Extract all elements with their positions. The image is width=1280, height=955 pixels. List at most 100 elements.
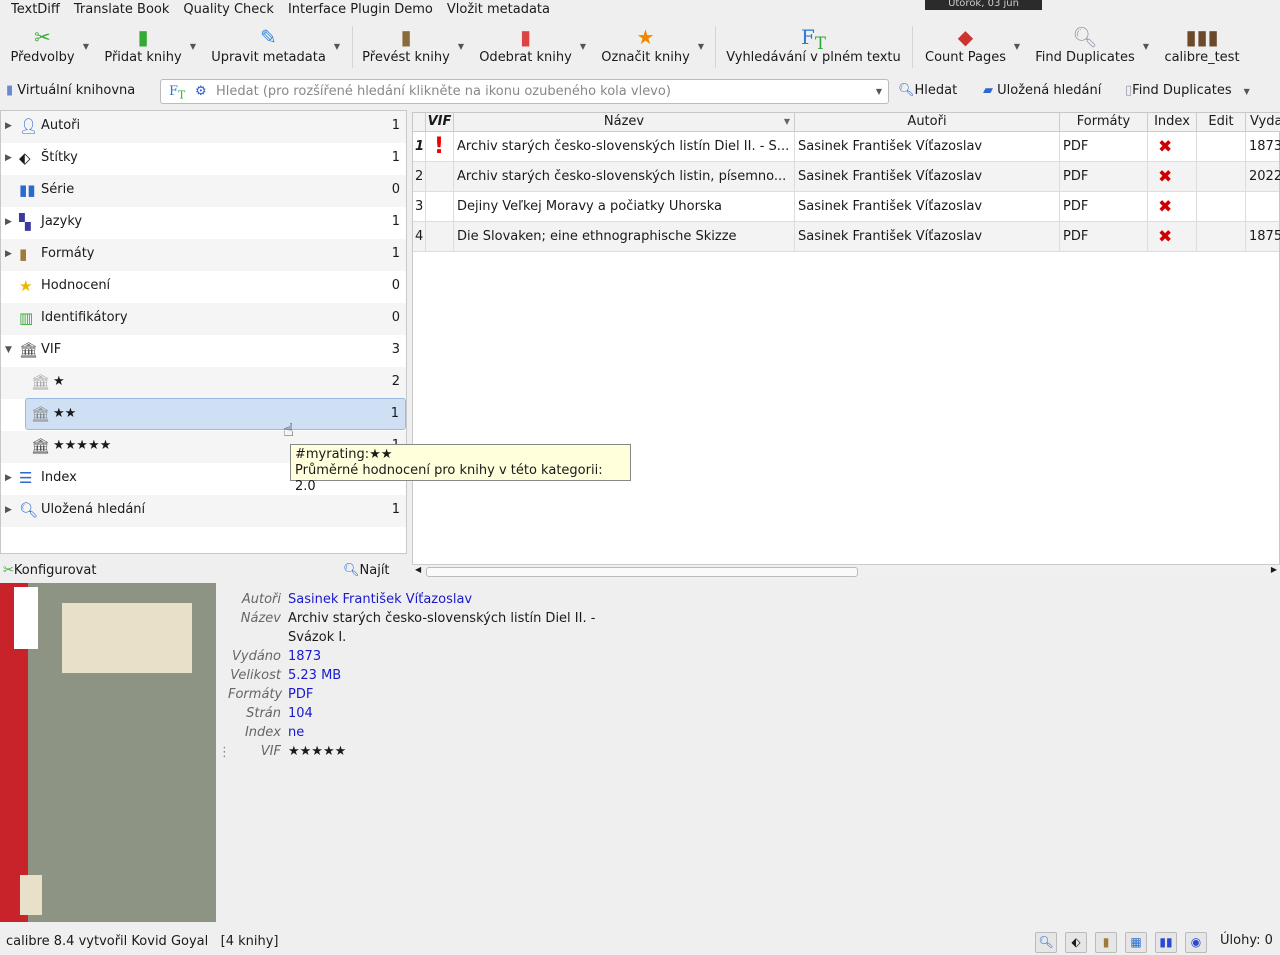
gear-icon[interactable]: ⚙ [195, 80, 207, 103]
find-duplicates-button[interactable]: 🔍︎ Find Duplicates ▼ [1035, 22, 1149, 72]
search-button[interactable]: 🔍︎Hledat [898, 83, 957, 98]
expand-arrow-icon[interactable]: ▶ [5, 143, 12, 173]
full-text-search-button[interactable]: FT Vyhledávání v plném textu [726, 22, 901, 72]
chevron-down-icon: ▼ [1243, 87, 1250, 96]
search-input[interactable]: FT ⚙ Hledat (pro rozšířené hledání kliknět… [160, 79, 889, 104]
preferences-button[interactable]: ✂ Předvolby ▼ [10, 22, 89, 72]
tooltip: #myrating:★★ Průměrné hodnocení pro knihy… [290, 444, 631, 494]
add-books-button[interactable]: ▮ Přidat knihy ▼ [104, 22, 196, 72]
find-button[interactable]: 🔍︎Najít [343, 563, 390, 578]
format-cell: PDF [1060, 132, 1148, 162]
author-cell: Sasinek František Víťazoslav [795, 162, 1060, 192]
detail-row: Formáty PDF [228, 685, 648, 704]
row-number: 3 [413, 192, 426, 222]
tag-category-formats[interactable]: ▶ ▮ Formáty 1 [1, 239, 406, 271]
library-icon: ▮ [6, 83, 14, 98]
book-icon[interactable]: ▮ [1095, 932, 1117, 953]
column-icon: 🏛︎ [19, 341, 39, 359]
expand-arrow-icon[interactable]: ▶ [5, 111, 12, 141]
column-header-formats[interactable]: Formáty [1060, 113, 1148, 132]
convert-icon: ▮ [400, 25, 412, 49]
menu-quality-check[interactable]: Quality Check [176, 0, 281, 20]
table-row[interactable]: 3 Dejiny Veľkej Moravy a počiatky Uhorska… [413, 192, 1279, 222]
tag-category-tags[interactable]: ▶ ⬖ Štítky 1 [1, 143, 406, 175]
bookshelf-view-icon[interactable]: ▮▮ [1155, 932, 1177, 953]
column-header-title[interactable]: Název ▼ [454, 113, 795, 132]
person-icon: 👤︎ [19, 117, 39, 135]
menu-insert-metadata[interactable]: Vložit metadata [440, 0, 557, 20]
table-row[interactable]: 2 Archiv starých česko-slovenských listin… [413, 162, 1280, 192]
published-cell [1246, 192, 1280, 222]
detail-value[interactable]: 5.23 MB [288, 666, 341, 685]
horizontal-scrollbar[interactable]: ◀ ▶ [412, 564, 1280, 578]
menu-textdiff[interactable]: TextDiff [4, 0, 67, 20]
saved-searches-button[interactable]: ▰ Uložená hledání [983, 83, 1101, 98]
expand-arrow-icon[interactable]: ▶ [5, 463, 12, 493]
book-cover[interactable] [0, 583, 216, 922]
author-cell: Sasinek František Víťazoslav [795, 132, 1060, 162]
detail-label: Autoři [241, 592, 281, 607]
menu-translate-book[interactable]: Translate Book [67, 0, 177, 20]
tag-category-series[interactable]: ▮▮ Série 0 [1, 175, 406, 207]
edit-metadata-button[interactable]: ✎ Upravit metadata ▼ [211, 22, 340, 72]
tag-category-authors[interactable]: ▶ 👤︎ Autoři 1 [1, 111, 406, 143]
detail-value[interactable]: 1873 [288, 647, 321, 666]
jobs-indicator[interactable]: Úlohy: 0 [1220, 933, 1273, 948]
chevron-down-icon[interactable]: ▼ [876, 80, 882, 103]
column-header-vif[interactable]: VIF [426, 113, 454, 132]
tools-icon: ✂ [34, 25, 51, 49]
tag-category-languages[interactable]: ▶ ▚ Jazyky 1 [1, 207, 406, 239]
configure-button[interactable]: ✂Konfigurovat [3, 563, 96, 578]
menu-interface-plugin-demo[interactable]: Interface Plugin Demo [281, 0, 440, 20]
table-row[interactable]: 4 Die Slovaken; eine ethnographische Skiz… [413, 222, 1280, 252]
tag-item-vif-2star[interactable]: 🏛︎ ★★ 1 [25, 398, 406, 430]
column-header-authors[interactable]: Autoři [795, 113, 1060, 132]
column-header-index[interactable]: Index [1148, 113, 1197, 132]
count-pages-button[interactable]: ◆ Count Pages ▼ [925, 22, 1020, 72]
title-cell: Archiv starých česko-slovenských listín … [454, 132, 795, 162]
search-icon[interactable]: 🔍︎ [1035, 932, 1057, 953]
edit-icon: ✎ [260, 25, 277, 49]
tag-icon[interactable]: ⬖ [1065, 932, 1087, 953]
index-cell: ✖ [1148, 162, 1197, 192]
column-header-published[interactable]: Vyda [1246, 113, 1280, 132]
eye-icon[interactable]: ◉ [1185, 932, 1207, 953]
table-row[interactable]: 1! Archiv starých česko-slovenských listí… [413, 132, 1280, 162]
library-button[interactable]: ▮▮▮ calibre_test [1164, 22, 1240, 72]
expand-arrow-icon[interactable]: ▶ [5, 495, 12, 525]
tag-category-vif[interactable]: ▼ 🏛︎ VIF 3 [1, 335, 406, 367]
detail-value[interactable]: PDF [288, 685, 313, 704]
virtual-library-button[interactable]: ▮ Virtuální knihovna [6, 83, 135, 98]
dropdown-arrow-icon: ▼ [333, 42, 340, 51]
tag-category-identifiers[interactable]: ▥ Identifikátory 0 [1, 303, 406, 335]
expand-arrow-icon[interactable]: ▶ [5, 239, 12, 269]
fts-icon[interactable]: FT [169, 80, 185, 107]
detail-value[interactable]: Sasinek František Víťazoslav [288, 590, 472, 609]
convert-books-button[interactable]: ▮ Převést knihy ▼ [362, 22, 464, 72]
find-duplicates-search-button[interactable]: ▯Find Duplicates ▼ [1125, 83, 1250, 98]
vif-cell [426, 222, 454, 252]
detail-value[interactable]: 104 [288, 704, 313, 723]
tag-icon: ⬖ [19, 149, 31, 167]
mark-books-button[interactable]: ★ Označit knihy ▼ [601, 22, 704, 72]
column-header-edit[interactable]: Edit [1197, 113, 1246, 132]
grid-view-icon[interactable]: ▦ [1125, 932, 1147, 953]
tag-item-vif-1star[interactable]: 🏛︎ ★ 2 [1, 367, 406, 399]
tag-category-rating[interactable]: ★ Hodnocení 0 [1, 271, 406, 303]
scroll-right-icon[interactable]: ▶ [1271, 565, 1277, 574]
vif-cell [426, 192, 454, 222]
collapse-arrow-icon[interactable]: ▼ [5, 335, 12, 365]
column-icon: 🏛︎ [31, 405, 51, 423]
detail-row: Vydáno 1873 [228, 647, 648, 666]
remove-books-button[interactable]: ▮ Odebrat knihy ▼ [479, 22, 586, 72]
dropdown-arrow-icon: ▼ [82, 42, 89, 51]
tag-category-saved-searches[interactable]: ▶ 🔍︎ Uložená hledání 1 [1, 495, 406, 527]
detail-value[interactable]: ne [288, 723, 304, 742]
scroll-left-icon[interactable]: ◀ [415, 565, 421, 574]
detail-row: Autoři Sasinek František Víťazoslav [228, 590, 648, 609]
scrollbar-thumb[interactable] [426, 567, 858, 577]
expand-arrow-icon[interactable]: ▶ [5, 207, 12, 237]
row-number: 2 [413, 162, 426, 192]
edit-cell [1197, 192, 1246, 222]
cross-icon: ✖ [1158, 167, 1173, 187]
